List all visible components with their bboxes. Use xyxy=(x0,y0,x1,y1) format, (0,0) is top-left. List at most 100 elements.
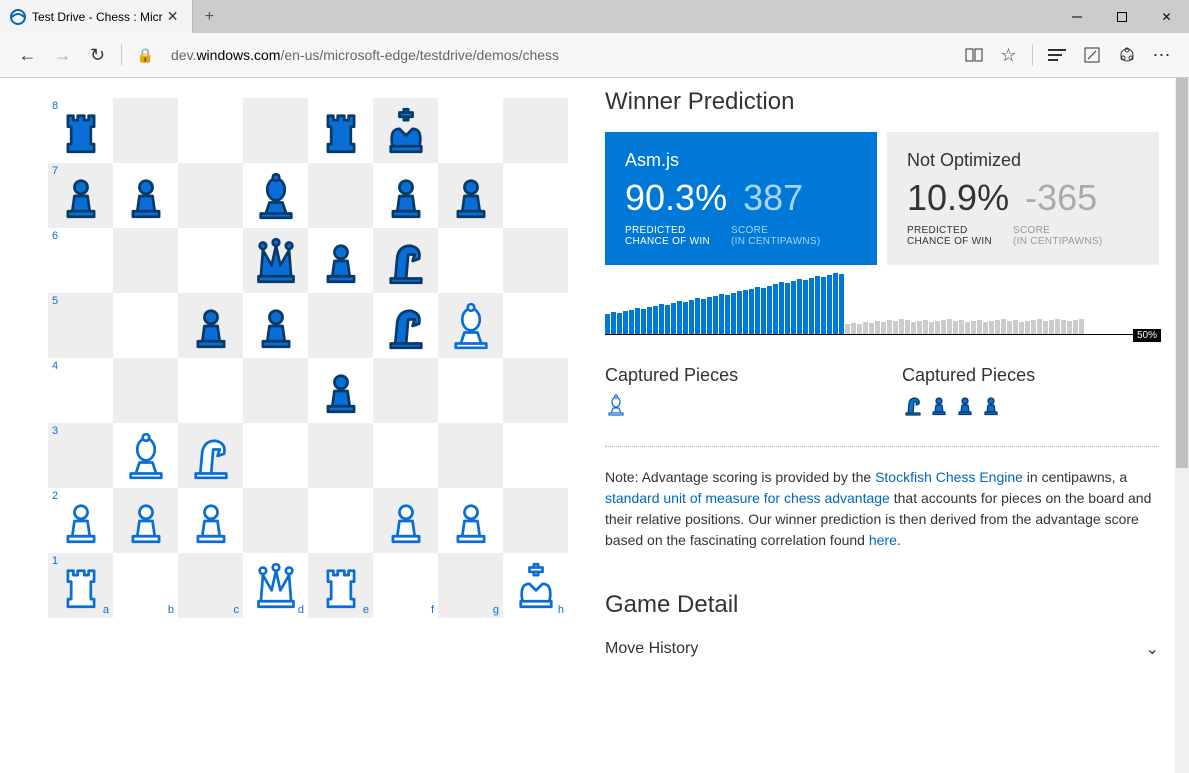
square-b6[interactable] xyxy=(113,228,178,293)
piece-bR[interactable] xyxy=(317,107,365,155)
piece-wR[interactable] xyxy=(317,562,365,610)
favorite-button[interactable]: ☆ xyxy=(991,38,1026,73)
piece-bP[interactable] xyxy=(187,302,235,350)
square-g2[interactable] xyxy=(438,488,503,553)
piece-bP[interactable] xyxy=(57,172,105,220)
link-stockfish[interactable]: Stockfish Chess Engine xyxy=(875,469,1023,485)
piece-bP[interactable] xyxy=(317,367,365,415)
square-d2[interactable] xyxy=(243,488,308,553)
square-h1[interactable]: h xyxy=(503,553,568,618)
scrollbar-thumb[interactable] xyxy=(1176,78,1188,468)
more-button[interactable]: ⋯ xyxy=(1144,38,1179,73)
piece-wB[interactable] xyxy=(122,432,170,480)
piece-bP[interactable] xyxy=(122,172,170,220)
square-b7[interactable] xyxy=(113,163,178,228)
square-a3[interactable]: 3 xyxy=(48,423,113,488)
piece-bB[interactable] xyxy=(252,172,300,220)
square-f6[interactable] xyxy=(373,228,438,293)
square-e7[interactable] xyxy=(308,163,373,228)
close-window-button[interactable]: ✕ xyxy=(1144,0,1189,33)
square-c8[interactable] xyxy=(178,98,243,163)
square-d8[interactable] xyxy=(243,98,308,163)
square-a6[interactable]: 6 xyxy=(48,228,113,293)
square-a4[interactable]: 4 xyxy=(48,358,113,423)
square-e8[interactable] xyxy=(308,98,373,163)
piece-wP[interactable] xyxy=(187,497,235,545)
square-c4[interactable] xyxy=(178,358,243,423)
square-g7[interactable] xyxy=(438,163,503,228)
square-h4[interactable] xyxy=(503,358,568,423)
piece-bN[interactable] xyxy=(382,237,430,285)
square-h5[interactable] xyxy=(503,293,568,358)
piece-bQ[interactable] xyxy=(252,237,300,285)
square-f5[interactable] xyxy=(373,293,438,358)
hub-button[interactable] xyxy=(1039,38,1074,73)
tab-close-icon[interactable]: ✕ xyxy=(163,8,183,25)
piece-bP[interactable] xyxy=(317,237,365,285)
square-b8[interactable] xyxy=(113,98,178,163)
share-button[interactable] xyxy=(1109,38,1144,73)
square-c6[interactable] xyxy=(178,228,243,293)
piece-wP[interactable] xyxy=(382,497,430,545)
square-b2[interactable] xyxy=(113,488,178,553)
chess-board[interactable]: 87654321abcdefgh xyxy=(48,98,568,618)
move-history-row[interactable]: Move History ⌄ xyxy=(605,639,1159,659)
square-g4[interactable] xyxy=(438,358,503,423)
link-centipawn[interactable]: standard unit of measure for chess advan… xyxy=(605,490,890,506)
square-f3[interactable] xyxy=(373,423,438,488)
square-d5[interactable] xyxy=(243,293,308,358)
piece-wP[interactable] xyxy=(447,497,495,545)
minimize-button[interactable] xyxy=(1054,0,1099,33)
square-h7[interactable] xyxy=(503,163,568,228)
piece-wP[interactable] xyxy=(57,497,105,545)
square-h2[interactable] xyxy=(503,488,568,553)
square-b3[interactable] xyxy=(113,423,178,488)
square-d3[interactable] xyxy=(243,423,308,488)
forward-button[interactable]: → xyxy=(45,38,80,73)
square-g5[interactable] xyxy=(438,293,503,358)
refresh-button[interactable]: ↻ xyxy=(80,38,115,73)
square-g1[interactable]: g xyxy=(438,553,503,618)
square-f4[interactable] xyxy=(373,358,438,423)
square-c5[interactable] xyxy=(178,293,243,358)
square-g6[interactable] xyxy=(438,228,503,293)
square-h6[interactable] xyxy=(503,228,568,293)
square-f8[interactable] xyxy=(373,98,438,163)
square-e4[interactable] xyxy=(308,358,373,423)
new-tab-button[interactable]: + xyxy=(193,0,225,33)
piece-bK[interactable] xyxy=(382,107,430,155)
square-c1[interactable]: c xyxy=(178,553,243,618)
square-b4[interactable] xyxy=(113,358,178,423)
piece-bP[interactable] xyxy=(447,172,495,220)
address-bar[interactable]: dev.windows.com/en-us/microsoft-edge/tes… xyxy=(163,47,956,63)
square-a5[interactable]: 5 xyxy=(48,293,113,358)
square-g3[interactable] xyxy=(438,423,503,488)
square-g8[interactable] xyxy=(438,98,503,163)
square-c7[interactable] xyxy=(178,163,243,228)
reading-view-button[interactable] xyxy=(956,38,991,73)
back-button[interactable]: ← xyxy=(10,38,45,73)
square-f7[interactable] xyxy=(373,163,438,228)
scrollbar[interactable] xyxy=(1175,78,1189,773)
piece-wR[interactable] xyxy=(57,562,105,610)
piece-wB[interactable] xyxy=(447,302,495,350)
piece-bR[interactable] xyxy=(57,107,105,155)
square-e1[interactable]: e xyxy=(308,553,373,618)
browser-tab[interactable]: Test Drive - Chess : Micr ✕ xyxy=(0,0,193,33)
maximize-button[interactable] xyxy=(1099,0,1144,33)
square-d4[interactable] xyxy=(243,358,308,423)
square-f1[interactable]: f xyxy=(373,553,438,618)
notes-button[interactable] xyxy=(1074,38,1109,73)
square-a7[interactable]: 7 xyxy=(48,163,113,228)
square-d6[interactable] xyxy=(243,228,308,293)
piece-bN[interactable] xyxy=(382,302,430,350)
piece-wP[interactable] xyxy=(122,497,170,545)
piece-wK[interactable] xyxy=(512,562,560,610)
square-d7[interactable] xyxy=(243,163,308,228)
piece-wN[interactable] xyxy=(187,432,235,480)
square-f2[interactable] xyxy=(373,488,438,553)
square-h8[interactable] xyxy=(503,98,568,163)
square-e2[interactable] xyxy=(308,488,373,553)
square-e6[interactable] xyxy=(308,228,373,293)
square-b5[interactable] xyxy=(113,293,178,358)
